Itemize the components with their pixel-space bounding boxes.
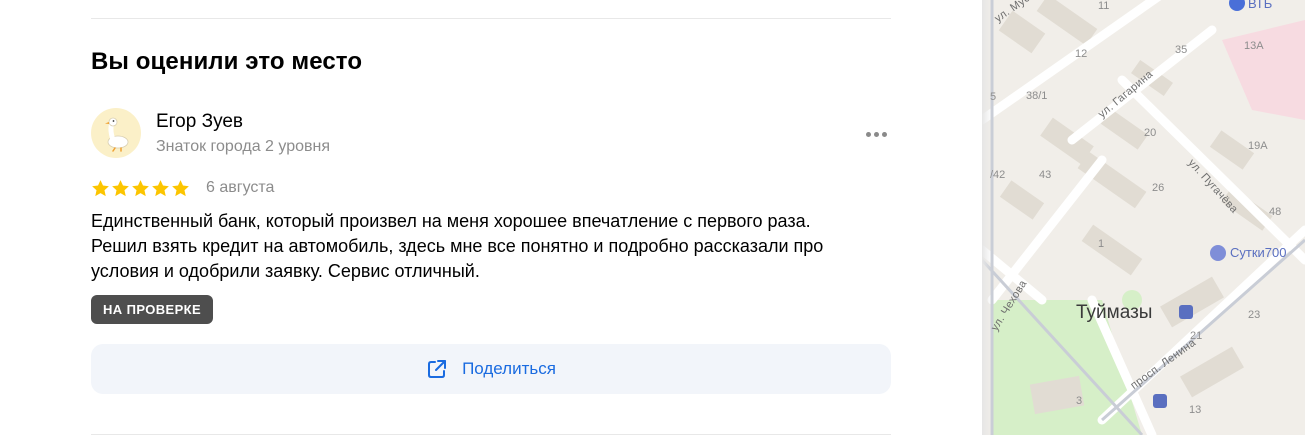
- goose-avatar-icon: [105, 117, 129, 152]
- share-label: Поделиться: [462, 359, 556, 378]
- map[interactable]: 11 12 35 13А 38/1 20 19А /42 43 26 48 1 …: [982, 0, 1305, 435]
- house-number: 35: [1175, 44, 1188, 56]
- poi-label[interactable]: Сутки700: [1230, 245, 1286, 260]
- share-button-content: Поделиться: [426, 358, 556, 380]
- house-number: 1: [1098, 238, 1105, 250]
- house-number: 48: [1269, 206, 1282, 218]
- share-icon: [428, 360, 447, 378]
- house-number: 43: [1039, 169, 1052, 181]
- house-number: 11: [1098, 0, 1110, 12]
- more-dot: [881, 131, 887, 137]
- share-button[interactable]: Поделиться: [91, 344, 891, 394]
- house-number: 3: [1076, 395, 1083, 407]
- review-panel: Вы оценили это место Егор Зуев Знаток го…: [0, 0, 982, 435]
- review-date: 6 августа: [206, 179, 275, 196]
- more-options-button[interactable]: [860, 122, 892, 146]
- star-icon: [92, 180, 109, 197]
- map-edge-shadow: [982, 0, 992, 435]
- house-number: 12: [1075, 48, 1088, 60]
- review-text: Единственный банк, который произвел на м…: [91, 211, 824, 281]
- avatar[interactable]: [91, 108, 141, 158]
- poi-label[interactable]: ВТБ: [1248, 0, 1272, 11]
- more-dot: [865, 131, 871, 137]
- house-number: 19А: [1248, 140, 1268, 152]
- more-dot: [873, 131, 879, 137]
- page: Вы оценили это место Егор Зуев Знаток го…: [0, 0, 1305, 435]
- star-icon: [112, 180, 129, 197]
- author-name[interactable]: Егор Зуев: [156, 111, 243, 133]
- star-icon: [152, 180, 169, 197]
- star-icon: [172, 180, 189, 197]
- house-number: 13А: [1244, 40, 1264, 52]
- house-number: 38/1: [1026, 90, 1048, 102]
- star-icon: [132, 180, 149, 197]
- house-number: /42: [990, 169, 1006, 181]
- section-title: Вы оценили это место: [91, 48, 363, 75]
- star-rating: [91, 179, 190, 199]
- divider: [91, 18, 891, 19]
- house-number: 20: [1144, 127, 1157, 139]
- city-label: Туймазы: [1076, 302, 1153, 323]
- house-number: 23: [1248, 309, 1261, 321]
- status-badge: НА ПРОВЕРКЕ: [91, 295, 214, 324]
- author-status: Знаток города 2 уровня: [156, 138, 331, 155]
- house-number: 26: [1152, 182, 1165, 194]
- house-number: 13: [1189, 404, 1202, 416]
